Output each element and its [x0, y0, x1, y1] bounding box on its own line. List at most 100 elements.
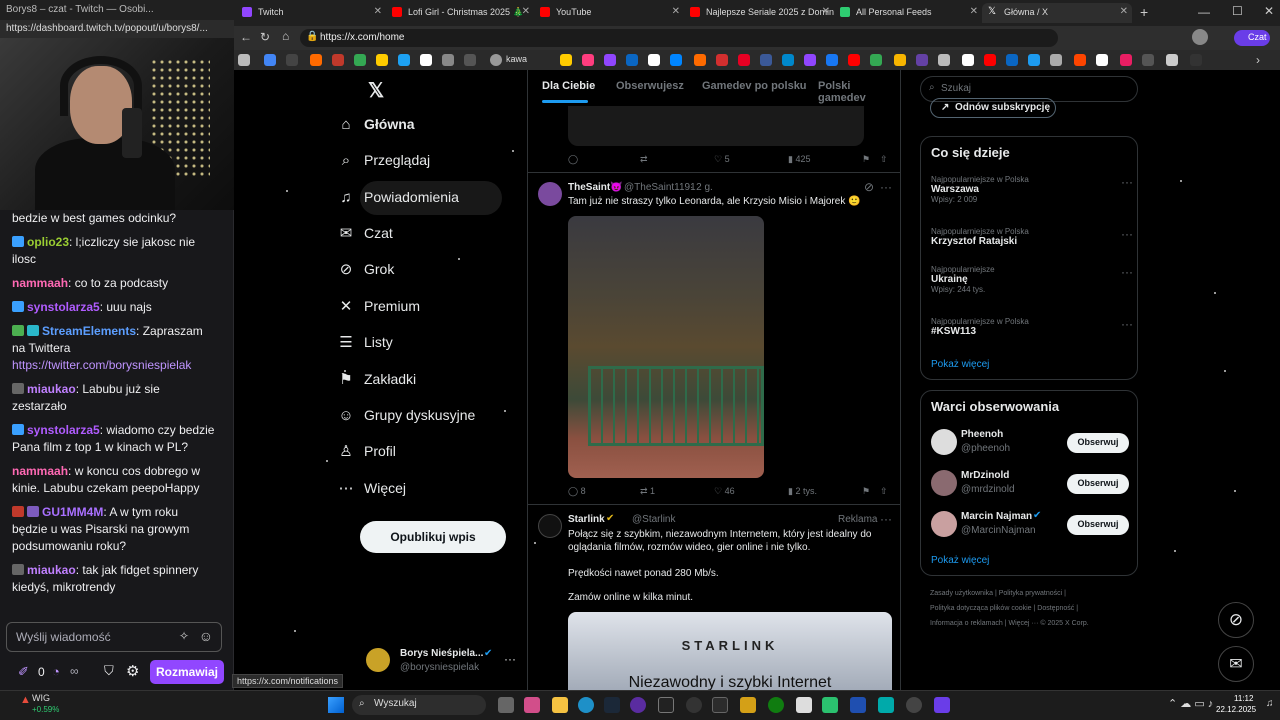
bookmark-icon[interactable] — [1120, 54, 1132, 66]
emote-icon[interactable]: ☺ — [199, 628, 213, 644]
post-time[interactable]: · 2 g. — [690, 182, 713, 193]
system-tray-icons[interactable]: ⌃ ☁ ▭ ♪ — [1168, 697, 1213, 710]
bookmark-icon[interactable] — [354, 54, 366, 66]
channel-points-icon[interactable]: ◔ — [52, 664, 60, 679]
reply-icon[interactable]: ◯ 8 — [568, 486, 586, 497]
footer-link[interactable]: Polityka dotycząca plików cookie — [930, 605, 1032, 612]
bookmark-icon[interactable] — [332, 54, 344, 66]
stock-widget-icon[interactable]: ▲ — [20, 694, 31, 706]
bookmark-icon[interactable] — [670, 54, 682, 66]
bookmark-icon[interactable] — [1006, 54, 1018, 66]
follow-button[interactable]: Obserwuj — [1067, 515, 1129, 535]
repost-icon[interactable]: ⇄ — [640, 154, 648, 165]
trend-item[interactable]: Najpopularniejsze w Polska #KSW113 ··· — [931, 317, 1133, 337]
close-icon[interactable]: ✕ — [822, 6, 830, 17]
maps-icon[interactable] — [686, 697, 702, 713]
suggestion-row[interactable]: MrDzinold @mrdzinold Obserwuj — [921, 468, 1139, 504]
explorer-icon[interactable] — [552, 697, 568, 713]
account-switcher[interactable]: Borys Nieśpiela... ✔ @borysniespielak ··… — [366, 646, 526, 676]
widget-name[interactable]: WIG — [32, 693, 50, 703]
nav-lists[interactable]: ☰ Listy — [339, 326, 393, 360]
tab-following[interactable]: Obserwujesz — [616, 80, 684, 92]
footer-link[interactable]: Więcej ··· — [1008, 620, 1038, 627]
nav-home[interactable]: ⌂ Główna — [341, 108, 414, 142]
tab-gamedev-pl[interactable]: Gamedev po polsku — [702, 80, 807, 92]
more-icon[interactable]: ··· — [880, 180, 892, 194]
app-icon[interactable] — [796, 697, 812, 713]
copilot-app-icon[interactable] — [524, 697, 540, 713]
previous-post-media[interactable] — [568, 106, 864, 146]
bookmark-icon[interactable] — [1028, 54, 1040, 66]
post-handle[interactable]: @Starlink — [632, 514, 676, 525]
chat-username[interactable]: oplio23 — [27, 235, 69, 249]
back-icon[interactable]: ← — [240, 30, 252, 44]
home-icon[interactable]: ⌂ — [282, 29, 289, 43]
trend-item[interactable]: Najpopularniejsze Ukrainę Wpisy: 244 tys. ·… — [931, 265, 1133, 294]
bookmark-icon[interactable] — [760, 54, 772, 66]
xbox-icon[interactable] — [768, 697, 784, 713]
ad-banner[interactable]: STARLINK Niezawodny i szybki Internet — [568, 612, 892, 690]
avatar[interactable] — [538, 514, 562, 538]
nav-profile[interactable]: ♙ Profil — [339, 435, 396, 469]
bookmark-icon[interactable] — [1050, 54, 1062, 66]
x-logo-icon[interactable]: 𝕏 — [368, 78, 384, 103]
chat-send-button[interactable]: Rozmawiaj — [150, 660, 224, 684]
bookmark-icon[interactable] — [464, 54, 476, 66]
views-icon[interactable]: ▮ 2 tys. — [788, 486, 817, 497]
more-icon[interactable]: ··· — [1121, 317, 1133, 331]
app-icon[interactable] — [740, 697, 756, 713]
reload-icon[interactable]: ↻ — [260, 30, 270, 44]
more-icon[interactable]: ··· — [880, 512, 892, 526]
edge-icon[interactable] — [578, 697, 594, 713]
trend-item[interactable]: Najpopularniejsze w Polska Warszawa Wpisy:… — [931, 175, 1133, 204]
bookmark-icon[interactable] — [1166, 54, 1178, 66]
tab-feeds[interactable]: All Personal Feeds ✕ — [834, 3, 982, 23]
views-icon[interactable]: ▮ 425 — [788, 154, 810, 165]
bookmark-icon[interactable] — [626, 54, 638, 66]
new-tab-icon[interactable]: + — [1140, 4, 1148, 20]
nav-chat[interactable]: ✉ Czat — [340, 217, 393, 251]
post-image[interactable] — [568, 216, 764, 478]
app-icon[interactable] — [850, 697, 866, 713]
bookmark-icon[interactable] — [648, 54, 660, 66]
avatar[interactable] — [538, 182, 562, 206]
more-icon[interactable]: ··· — [1121, 227, 1133, 241]
bookmark-icon[interactable] — [1142, 54, 1154, 66]
grok-float-button[interactable]: ⊘ — [1218, 602, 1254, 638]
more-bookmarks-icon[interactable]: › — [1256, 53, 1260, 67]
chat-link[interactable]: https://twitter.com/borysniespielak — [12, 358, 191, 372]
tab-polski-gamedev[interactable]: Polski gamedev — [818, 80, 900, 104]
app-icon[interactable] — [878, 697, 894, 713]
footer-link[interactable]: Informacja o reklamach — [930, 620, 1003, 627]
bookmark-icon[interactable] — [442, 54, 454, 66]
clock-time[interactable]: 11:12 — [1234, 694, 1253, 703]
bookmark-icon[interactable] — [782, 54, 794, 66]
nav-grok[interactable]: ⊘ Grok — [340, 253, 395, 287]
chat-username[interactable]: StreamElements — [42, 324, 136, 338]
post-author[interactable]: TheSaint😈 — [568, 182, 623, 193]
tab-x-home[interactable]: 𝕏 Główna / X ✕ — [982, 3, 1132, 23]
bookmark-icon[interactable] — [604, 54, 616, 66]
maximize-icon[interactable]: ☐ — [1232, 4, 1243, 18]
bookmark-icon[interactable] — [398, 54, 410, 66]
notification-bell-icon[interactable]: ♫ — [1266, 698, 1274, 709]
app-icon[interactable] — [658, 697, 674, 713]
url-input[interactable]: 🔒 https://x.com/home — [300, 29, 1058, 47]
bookmark-icon[interactable] — [984, 54, 996, 66]
show-more-link[interactable]: Pokaż więcej — [931, 359, 989, 370]
chat-username[interactable]: nammaah — [12, 464, 68, 478]
bookmark-icon[interactable] — [560, 54, 572, 66]
shield-icon[interactable]: ⛉ — [104, 663, 114, 679]
bookmark-icon[interactable]: ⚑ — [862, 154, 870, 165]
chat-username[interactable]: nammaah — [12, 276, 68, 290]
close-icon[interactable]: ✕ — [522, 6, 530, 17]
close-icon[interactable]: ✕ — [970, 6, 978, 17]
footer-link[interactable]: Zasady użytkownika — [930, 590, 993, 597]
chat-username[interactable]: miaukao — [27, 563, 76, 577]
coffee-bookmark-icon[interactable] — [490, 54, 502, 66]
bookmark-icon[interactable] — [1074, 54, 1086, 66]
taskbar-search[interactable]: ⌕ Wyszukaj — [352, 695, 486, 715]
bookmark-icon[interactable] — [376, 54, 388, 66]
chat-username[interactable]: synstolarza5 — [27, 423, 100, 437]
share-icon[interactable]: ⇧ — [880, 486, 888, 497]
